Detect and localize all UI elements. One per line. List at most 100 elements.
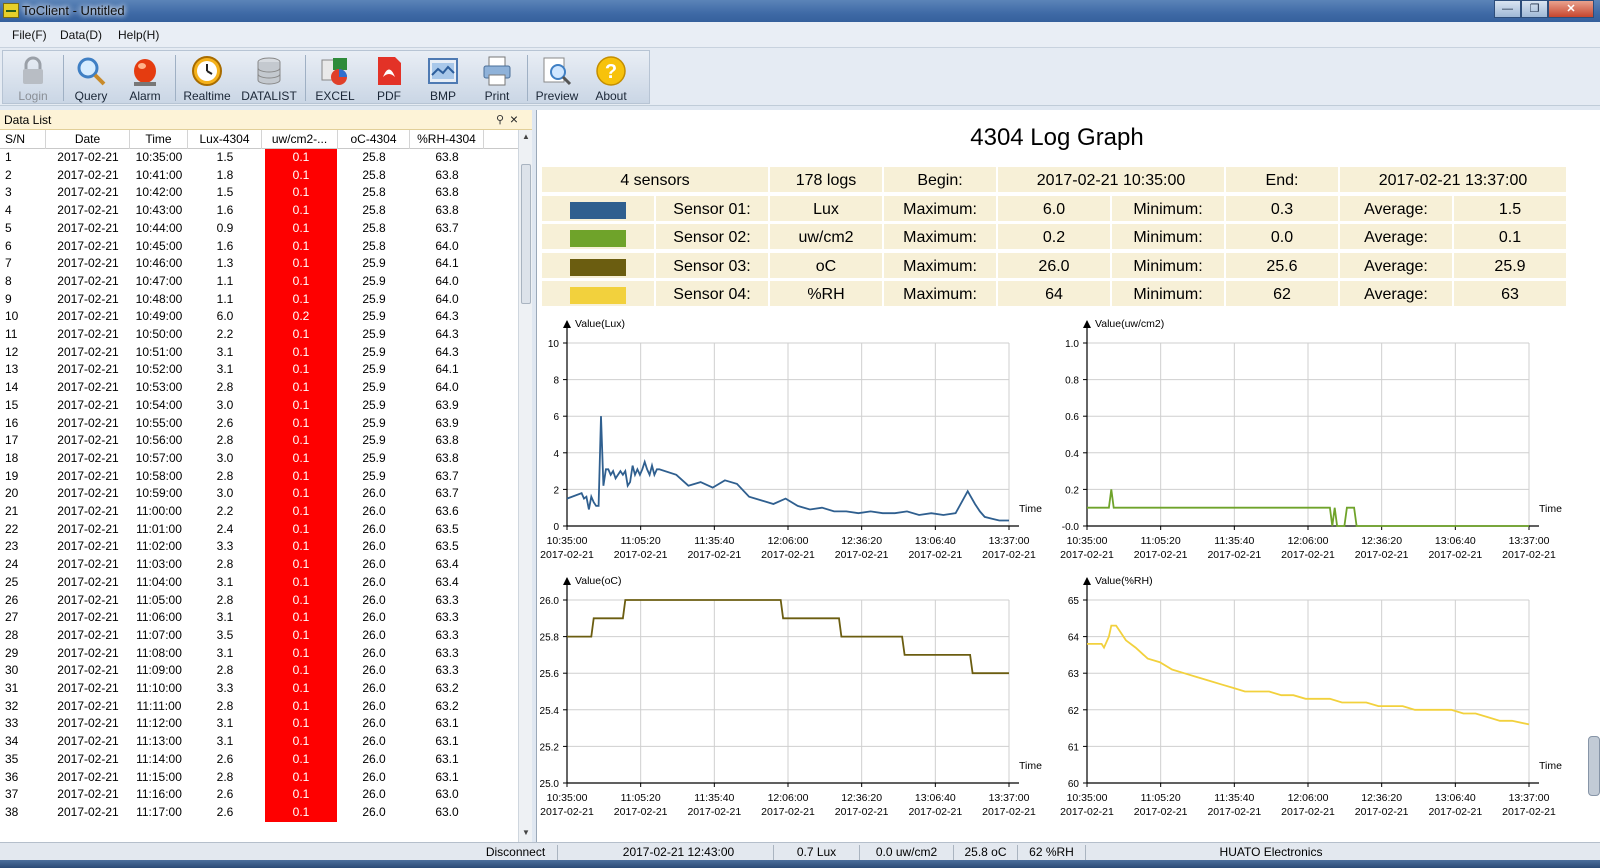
column-header[interactable]: S/N xyxy=(0,130,46,149)
table-row[interactable]: 3 2017-02-21 10:42:00 1.5 0.1 25.8 63.8 xyxy=(0,184,520,203)
table-row[interactable]: 31 2017-02-21 11:10:00 3.3 0.1 26.0 63.2 xyxy=(0,680,520,698)
table-row[interactable]: 17 2017-02-21 10:56:00 2.8 0.1 25.9 63.8 xyxy=(0,432,520,451)
table-row[interactable]: 34 2017-02-21 11:13:00 3.1 0.1 26.0 63.1 xyxy=(0,733,520,752)
table-row[interactable]: 29 2017-02-21 11:08:00 3.1 0.1 26.0 63.3 xyxy=(0,644,520,663)
pin-icon[interactable]: ⚲ xyxy=(496,113,504,126)
table-cell: 3.1 xyxy=(216,645,234,660)
table-row[interactable]: 12 2017-02-21 10:51:00 3.1 0.1 25.9 64.3 xyxy=(0,343,520,362)
alarm-button[interactable]: Alarm xyxy=(117,51,173,105)
x-tick-date: 2017-02-21 xyxy=(1428,806,1482,818)
table-row[interactable]: 25 2017-02-21 11:04:00 3.1 0.1 26.0 63.4 xyxy=(0,573,520,592)
scroll-down-icon[interactable]: ▼ xyxy=(521,828,531,838)
table-row[interactable]: 13 2017-02-21 10:52:00 3.1 0.1 25.9 64.1 xyxy=(0,361,520,380)
table-cell: 25.9 xyxy=(362,309,386,324)
table-row[interactable]: 23 2017-02-21 11:02:00 3.3 0.1 26.0 63.5 xyxy=(0,538,520,557)
table-cell: 1.1 xyxy=(216,291,234,306)
scroll-up-icon[interactable]: ▲ xyxy=(521,132,531,142)
table-cell: 63.3 xyxy=(435,663,459,678)
table-cell: 8 xyxy=(5,273,12,288)
table-cell: 1.8 xyxy=(216,167,234,182)
table-row[interactable]: 16 2017-02-21 10:55:00 2.6 0.1 25.9 63.9 xyxy=(0,414,520,433)
table-cell: 11:08:00 xyxy=(136,645,182,660)
scroll-thumb[interactable] xyxy=(521,164,531,304)
table-row[interactable]: 10 2017-02-21 10:49:00 6.0 0.2 25.9 64.3 xyxy=(0,308,520,327)
x-axis-label: Time xyxy=(1019,503,1042,515)
table-cell: 63.3 xyxy=(435,645,459,660)
table-row[interactable]: 18 2017-02-21 10:57:00 3.0 0.1 25.9 63.8 xyxy=(0,449,520,468)
table-row[interactable]: 14 2017-02-21 10:53:00 2.8 0.1 25.9 64.0 xyxy=(0,379,520,398)
table-row[interactable]: 37 2017-02-21 11:16:00 2.6 0.1 26.0 63.0 xyxy=(0,786,520,805)
table-cell: 0.1 xyxy=(265,715,337,734)
table-cell: 1.5 xyxy=(216,185,234,200)
x-tick-date: 2017-02-21 xyxy=(761,549,815,561)
table-row[interactable]: 24 2017-02-21 11:03:00 2.8 0.1 26.0 63.4 xyxy=(0,556,520,575)
maximize-button[interactable]: ❐ xyxy=(1521,0,1548,18)
about-button[interactable]: ? About xyxy=(583,51,639,105)
column-header[interactable]: %RH-4304 xyxy=(410,130,484,149)
status-connection: Disconnect xyxy=(474,845,558,860)
side-handle[interactable] xyxy=(1588,736,1600,796)
table-row[interactable]: 26 2017-02-21 11:05:00 2.8 0.1 26.0 63.3 xyxy=(0,591,520,610)
table-cell: 0.1 xyxy=(265,626,337,645)
table-row[interactable]: 22 2017-02-21 11:01:00 2.4 0.1 26.0 63.5 xyxy=(0,520,520,539)
table-row[interactable]: 2 2017-02-21 10:41:00 1.8 0.1 25.8 63.8 xyxy=(0,166,520,185)
menu-file[interactable]: File(F) xyxy=(12,28,47,42)
table-cell: 0.1 xyxy=(265,343,337,362)
table-row[interactable]: 38 2017-02-21 11:17:00 2.6 0.1 26.0 63.0 xyxy=(0,803,520,822)
table-row[interactable]: 15 2017-02-21 10:54:00 3.0 0.1 25.9 63.9 xyxy=(0,396,520,415)
realtime-button[interactable]: Realtime xyxy=(179,51,235,105)
table-row[interactable]: 1 2017-02-21 10:35:00 1.5 0.1 25.8 63.8 xyxy=(0,149,520,167)
table-row[interactable]: 36 2017-02-21 11:15:00 2.8 0.1 26.0 63.1 xyxy=(0,768,520,787)
taskbar xyxy=(0,860,1600,868)
column-header[interactable]: Lux-4304 xyxy=(188,130,262,149)
table-row[interactable]: 4 2017-02-21 10:43:00 1.6 0.1 25.8 63.8 xyxy=(0,202,520,221)
table-row[interactable]: 6 2017-02-21 10:45:00 1.6 0.1 25.8 64.0 xyxy=(0,237,520,256)
table-cell: 25.9 xyxy=(362,415,386,430)
table-row[interactable]: 21 2017-02-21 11:00:00 2.2 0.1 26.0 63.6 xyxy=(0,503,520,521)
table-cell: 26.0 xyxy=(362,610,386,625)
table-cell: 2 xyxy=(5,167,12,182)
table-row[interactable]: 9 2017-02-21 10:48:00 1.1 0.1 25.9 64.0 xyxy=(0,290,520,309)
table-row[interactable]: 19 2017-02-21 10:58:00 2.8 0.1 25.9 63.7 xyxy=(0,467,520,486)
table-row[interactable]: 7 2017-02-21 10:46:00 1.3 0.1 25.9 64.1 xyxy=(0,255,520,274)
table-cell: 2017-02-21 xyxy=(57,273,119,288)
y-tick-label: 0 xyxy=(553,522,559,533)
table-row[interactable]: 27 2017-02-21 11:06:00 3.1 0.1 26.0 63.3 xyxy=(0,609,520,628)
close-panel-icon[interactable]: × xyxy=(510,111,518,127)
table-row[interactable]: 5 2017-02-21 10:44:00 0.9 0.1 25.8 63.7 xyxy=(0,219,520,238)
minimize-button[interactable]: — xyxy=(1494,0,1521,18)
column-header[interactable]: Date xyxy=(46,130,130,149)
datalist-button[interactable]: DATALIST xyxy=(241,51,297,105)
menu-help[interactable]: Help(H) xyxy=(118,28,159,42)
table-row[interactable]: 11 2017-02-21 10:50:00 2.2 0.1 25.9 64.3 xyxy=(0,326,520,344)
table-cell: 63.8 xyxy=(435,450,459,465)
table-row[interactable]: 33 2017-02-21 11:12:00 3.1 0.1 26.0 63.1 xyxy=(0,715,520,734)
table-cell: 2017-02-21 xyxy=(57,698,119,713)
table-cell: 1.6 xyxy=(216,238,234,253)
toolbar-panel: Login Query Alarm Realtime DATALIST EXCE… xyxy=(2,50,650,104)
table-cell: 11:15:00 xyxy=(136,769,182,784)
menu-data[interactable]: Data(D) xyxy=(60,28,102,42)
table-row[interactable]: 32 2017-02-21 11:11:00 2.8 0.1 26.0 63.2 xyxy=(0,697,520,716)
column-header[interactable]: uw/cm2-... xyxy=(262,130,338,149)
table-cell: 28 xyxy=(5,627,19,642)
x-tick-label: 13:37:00 xyxy=(989,535,1030,547)
table-cell: 63.8 xyxy=(435,433,459,448)
vertical-scrollbar[interactable]: ▲ ▼ xyxy=(518,130,532,842)
table-row[interactable]: 8 2017-02-21 10:47:00 1.1 0.1 25.9 64.0 xyxy=(0,272,520,291)
print-button[interactable]: Print xyxy=(469,51,525,105)
close-button[interactable]: ✕ xyxy=(1548,0,1594,18)
column-header[interactable]: oC-4304 xyxy=(338,130,410,149)
x-tick-date: 2017-02-21 xyxy=(1502,549,1556,561)
y-tick-label: 62 xyxy=(1068,706,1080,717)
table-row[interactable]: 35 2017-02-21 11:14:00 2.6 0.1 26.0 63.1 xyxy=(0,750,520,769)
table-row[interactable]: 20 2017-02-21 10:59:00 3.0 0.1 26.0 63.7 xyxy=(0,485,520,504)
column-header[interactable]: Time xyxy=(130,130,188,149)
table-row[interactable]: 30 2017-02-21 11:09:00 2.8 0.1 26.0 63.3 xyxy=(0,662,520,681)
table-cell: 0.1 xyxy=(265,396,337,415)
table-row[interactable]: 28 2017-02-21 11:07:00 3.5 0.1 26.0 63.3 xyxy=(0,626,520,645)
table-cell: 17 xyxy=(5,433,19,448)
x-tick-label: 11:05:20 xyxy=(1141,535,1181,547)
table-cell: 0.1 xyxy=(265,750,337,769)
login-button[interactable]: Login xyxy=(5,51,61,105)
